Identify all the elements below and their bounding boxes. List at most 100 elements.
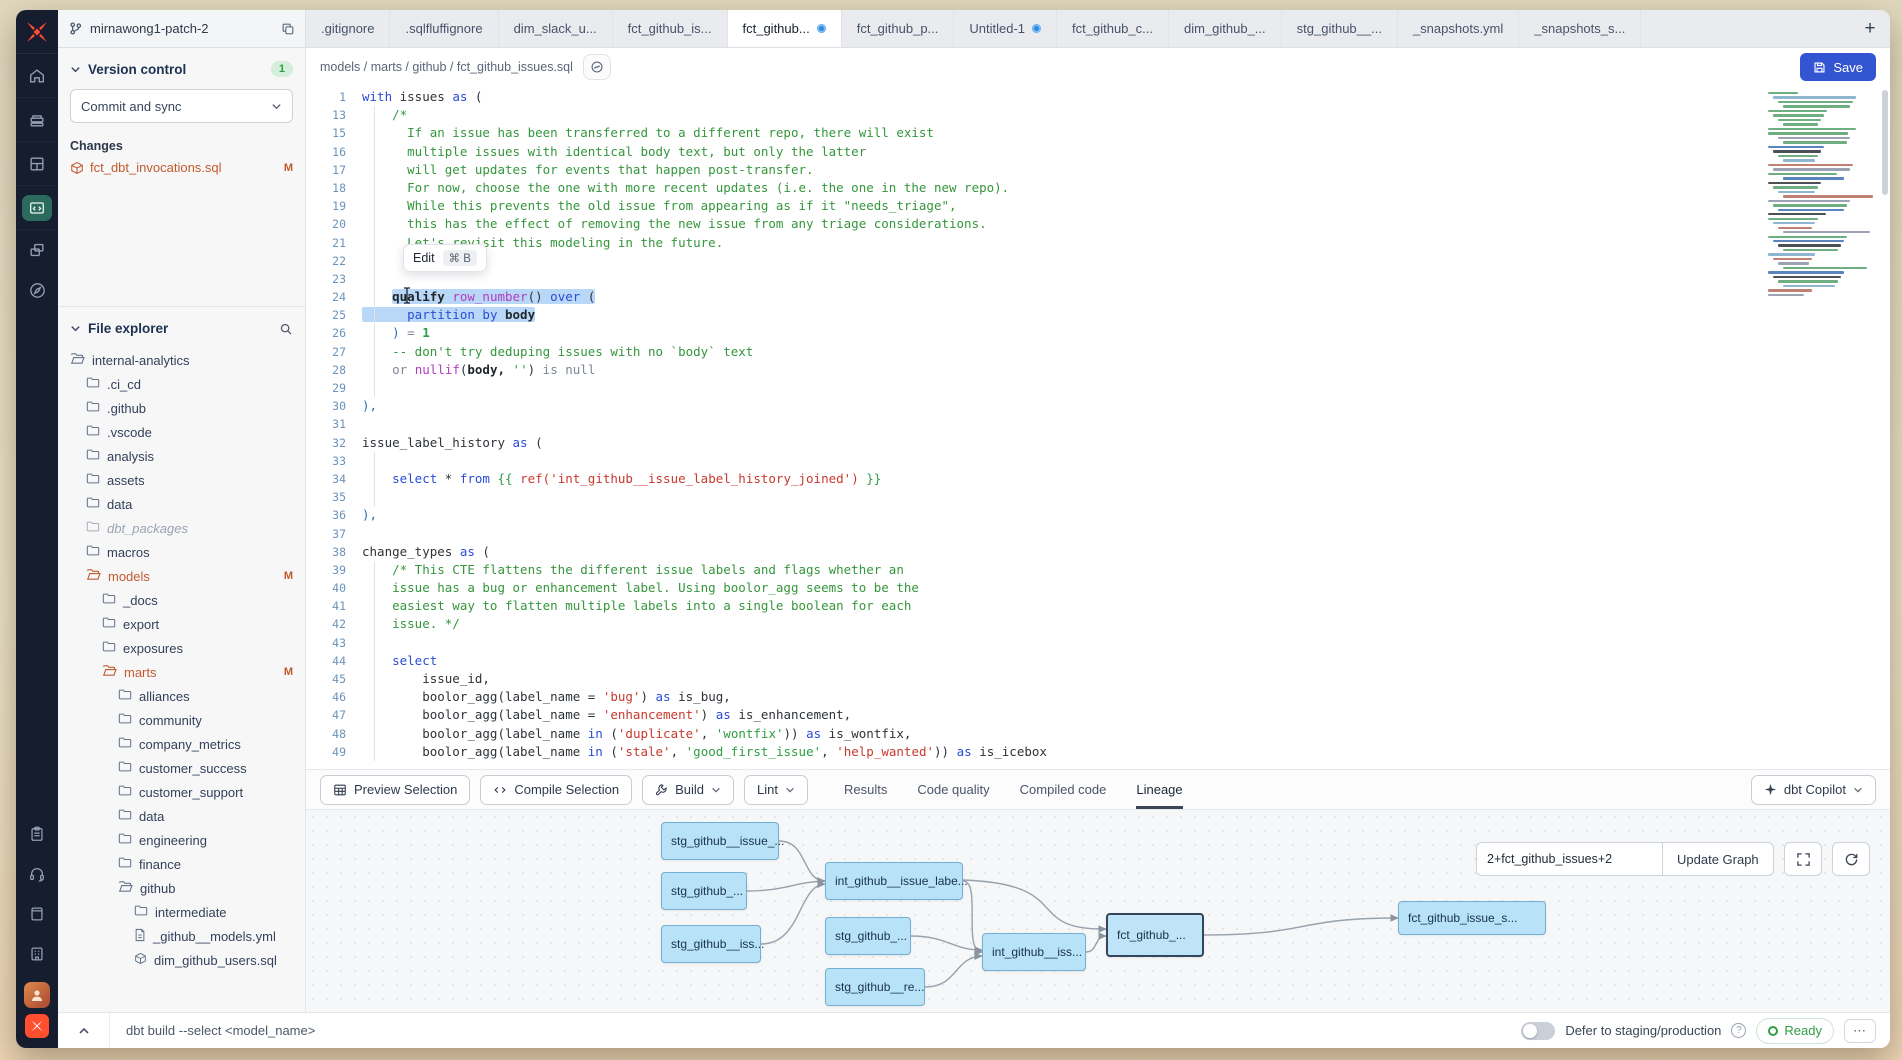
code-editor[interactable]: 1with issues as (13 /*15 If an issue has… xyxy=(306,86,1890,769)
file-tree-item[interactable]: _docs xyxy=(58,588,305,612)
file-tree-item[interactable]: finance xyxy=(58,852,305,876)
orchestration-icon[interactable] xyxy=(16,230,58,270)
file-tree-item[interactable]: .github xyxy=(58,396,305,420)
file-tree-item[interactable]: dim_github_users.sql xyxy=(58,948,305,972)
editor-tab[interactable]: stg_github__... xyxy=(1282,10,1398,47)
tab-results[interactable]: Results xyxy=(844,770,887,809)
file-tree-item[interactable]: macros xyxy=(58,540,305,564)
editor-tab[interactable]: fct_github_c... xyxy=(1057,10,1169,47)
editor-tab[interactable]: .sqlfluffignore xyxy=(390,10,498,47)
tab-compiled-code[interactable]: Compiled code xyxy=(1020,770,1107,809)
editor-tab[interactable]: _snapshots_s... xyxy=(1519,10,1641,47)
tab-lineage[interactable]: Lineage xyxy=(1136,770,1182,809)
file-tree-item[interactable]: analysis xyxy=(58,444,305,468)
file-tree-item[interactable]: .vscode xyxy=(58,420,305,444)
build-button[interactable]: Build xyxy=(642,775,734,805)
file-tree-item[interactable]: engineering xyxy=(58,828,305,852)
editor-tab[interactable]: Untitled-1 xyxy=(954,10,1057,47)
folder-icon xyxy=(86,520,100,536)
file-tree-item[interactable]: internal-analytics xyxy=(58,348,305,372)
explore-compass-icon[interactable] xyxy=(16,270,58,310)
copy-icon[interactable] xyxy=(281,22,295,36)
file-tree-item[interactable]: customer_success xyxy=(58,756,305,780)
fullscreen-button[interactable] xyxy=(1784,842,1822,876)
code-line-content: select * from {{ ref('int_github__issue_… xyxy=(362,470,881,488)
lineage-node[interactable]: int_github__iss... xyxy=(982,933,1086,971)
tab-code-quality[interactable]: Code quality xyxy=(917,770,989,809)
compile-selection-button[interactable]: Compile Selection xyxy=(480,775,632,805)
more-options-button[interactable]: ⋯ xyxy=(1844,1019,1876,1043)
command-input[interactable]: dbt build --select <model_name> xyxy=(126,1023,315,1038)
organization-icon[interactable] xyxy=(16,934,58,974)
panel-spacer xyxy=(58,178,305,306)
folder-icon xyxy=(102,592,116,608)
file-tree-item[interactable]: intermediate xyxy=(58,900,305,924)
copilot-chip-button[interactable] xyxy=(583,54,611,80)
user-avatar[interactable] xyxy=(24,982,50,1008)
file-tree-item[interactable]: exposures xyxy=(58,636,305,660)
lineage-selector-input[interactable] xyxy=(1476,842,1662,876)
lineage-node[interactable]: stg_github__re... xyxy=(825,968,925,1006)
editor-tab[interactable]: fct_github_p... xyxy=(842,10,955,47)
defer-toggle[interactable] xyxy=(1521,1022,1555,1040)
refresh-graph-button[interactable] xyxy=(1832,842,1870,876)
editor-tab[interactable]: fct_github... xyxy=(728,10,842,47)
status-ready-badge[interactable]: Ready xyxy=(1756,1018,1834,1044)
commit-and-sync-button[interactable]: Commit and sync xyxy=(70,89,293,123)
file-tree-item[interactable]: data xyxy=(58,492,305,516)
changed-file-row[interactable]: fct_dbt_invocations.sql M xyxy=(58,157,305,178)
tasks-clipboard-icon[interactable] xyxy=(16,814,58,854)
editor-tab[interactable]: _snapshots.yml xyxy=(1398,10,1519,47)
save-button[interactable]: Save xyxy=(1800,53,1876,81)
file-tree-item[interactable]: martsM xyxy=(58,660,305,684)
dashboard-grid-icon[interactable] xyxy=(16,142,58,186)
editor-tab[interactable]: dim_slack_u... xyxy=(499,10,613,47)
file-tree-item[interactable]: data xyxy=(58,804,305,828)
jobs-stack-icon[interactable] xyxy=(16,98,58,142)
expand-command-bar-button[interactable] xyxy=(58,1013,110,1048)
file-tree-item[interactable]: alliances xyxy=(58,684,305,708)
line-number: 36 xyxy=(306,506,362,524)
version-control-header[interactable]: Version control 1 xyxy=(58,48,305,85)
preview-selection-button[interactable]: Preview Selection xyxy=(320,775,470,805)
editor-scrollbar[interactable] xyxy=(1882,90,1888,195)
lint-button[interactable]: Lint xyxy=(744,775,808,805)
file-tree-item[interactable]: assets xyxy=(58,468,305,492)
lineage-node[interactable]: stg_github_... xyxy=(661,872,747,910)
file-tree-item[interactable]: export xyxy=(58,612,305,636)
file-tree-item[interactable]: customer_support xyxy=(58,780,305,804)
file-tree-item[interactable]: company_metrics xyxy=(58,732,305,756)
new-tab-button[interactable]: + xyxy=(1850,10,1890,47)
file-tree-item[interactable]: .ci_cd xyxy=(58,372,305,396)
ide-editor-icon[interactable] xyxy=(16,186,58,230)
editor-tab[interactable]: fct_github_is... xyxy=(613,10,728,47)
file-explorer-header[interactable]: File explorer xyxy=(58,306,305,344)
chevron-down-icon xyxy=(271,101,282,112)
file-tree-item[interactable]: _github__models.yml xyxy=(58,924,305,948)
file-tree-item[interactable]: dbt_packages xyxy=(58,516,305,540)
edit-tooltip-shortcut: ⌘ B xyxy=(443,250,477,266)
lineage-node[interactable]: stg_github__iss... xyxy=(661,925,761,963)
file-tree-label: marts xyxy=(124,665,157,680)
search-icon[interactable] xyxy=(279,322,293,336)
lineage-node[interactable]: stg_github_... xyxy=(825,917,911,955)
docs-notebook-icon[interactable] xyxy=(16,894,58,934)
dbt-flame-icon[interactable] xyxy=(25,1014,49,1038)
lineage-node[interactable]: stg_github__issue_... xyxy=(661,822,779,860)
code-minimap[interactable] xyxy=(1768,92,1876,307)
branch-selector[interactable]: mirnawong1-patch-2 xyxy=(58,10,306,47)
lineage-node[interactable]: fct_github_issue_s... xyxy=(1398,901,1546,935)
file-tree-item[interactable]: modelsM xyxy=(58,564,305,588)
dbt-copilot-button[interactable]: dbt Copilot xyxy=(1751,775,1876,805)
help-icon[interactable]: ? xyxy=(1731,1023,1746,1038)
update-graph-button[interactable]: Update Graph xyxy=(1662,842,1774,876)
lineage-node[interactable]: int_github__issue_labe... xyxy=(825,862,963,900)
support-headset-icon[interactable] xyxy=(16,854,58,894)
lineage-node[interactable]: fct_github_... xyxy=(1106,913,1204,957)
editor-tab[interactable]: dim_github_... xyxy=(1169,10,1282,47)
file-tree-item[interactable]: github xyxy=(58,876,305,900)
file-tree-label: analysis xyxy=(107,449,154,464)
file-tree-item[interactable]: community xyxy=(58,708,305,732)
editor-tab[interactable]: .gitignore xyxy=(306,10,390,47)
home-icon[interactable] xyxy=(16,54,58,98)
